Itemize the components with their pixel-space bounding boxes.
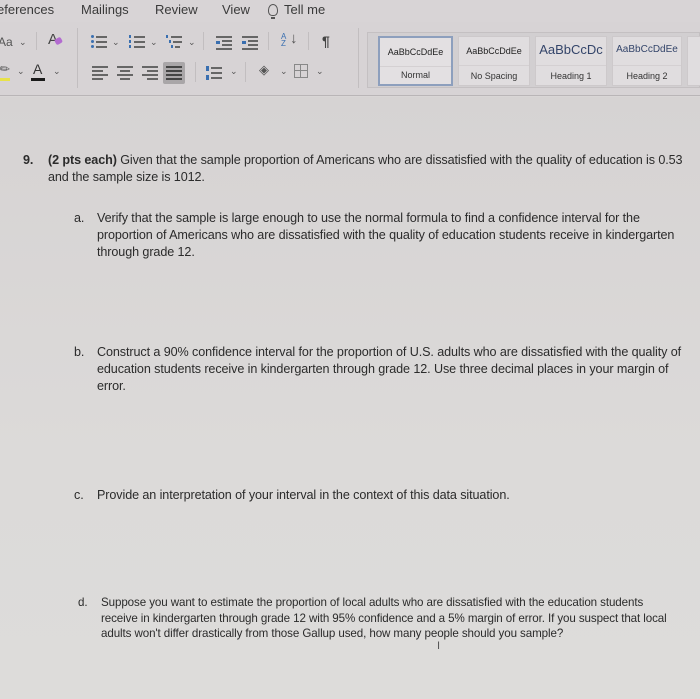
question-number: 9.: [23, 153, 34, 167]
part-b: b. Construct a 90% confidence interval f…: [74, 344, 687, 395]
font-color-button[interactable]: A: [33, 62, 42, 76]
style-sample: AaBbCcDdEe: [466, 46, 522, 56]
chevron-down-icon[interactable]: ⌄: [316, 66, 324, 77]
part-text: Construct a 90% confidence interval for …: [97, 345, 682, 393]
part-text: Provide an interpretation of your interv…: [97, 488, 510, 502]
part-label: c.: [74, 488, 84, 502]
part-label: d.: [78, 596, 88, 609]
question-9: 9. (2 pts each) Given that the sample pr…: [23, 152, 688, 186]
line-spacing-icon[interactable]: [206, 66, 222, 80]
chevron-down-icon[interactable]: ⌄: [17, 66, 25, 77]
borders-icon[interactable]: [294, 64, 308, 78]
question-text: Given that the sample proportion of Amer…: [48, 153, 683, 184]
style-name: No Spacing: [470, 71, 518, 81]
shading-icon[interactable]: ◈: [259, 63, 269, 76]
style-name: Heading 2: [626, 71, 668, 81]
part-c: c. Provide an interpretation of your int…: [74, 487, 697, 504]
tab-mailings[interactable]: Mailings: [81, 2, 129, 17]
style-no-spacing[interactable]: AaBbCcDdEe No Spacing: [458, 36, 530, 86]
divider: [308, 32, 309, 50]
divider: [358, 28, 359, 88]
multilevel-list-icon[interactable]: [166, 35, 182, 48]
decrease-indent-icon[interactable]: [216, 36, 232, 50]
question-points: (2 pts each): [48, 153, 117, 167]
justify-icon: [166, 66, 182, 80]
chevron-down-icon[interactable]: ⌄: [112, 37, 120, 48]
divider: [195, 62, 196, 82]
sort-label: A Z: [281, 32, 286, 48]
styles-gallery: AaBbCcDdEe Normal AaBbCcDdEe No Spacing …: [367, 32, 700, 88]
chevron-down-icon[interactable]: ⌄: [280, 66, 288, 77]
style-name: Normal: [400, 70, 430, 80]
style-normal[interactable]: AaBbCcDdEe Normal: [378, 36, 453, 86]
style-sample: AaBbCcDc: [539, 42, 603, 57]
chevron-down-icon[interactable]: ⌄: [19, 37, 27, 48]
highlighter-icon[interactable]: ✎: [0, 60, 13, 77]
part-text: Verify that the sample is large enough t…: [97, 211, 675, 259]
numbering-icon[interactable]: [129, 35, 145, 48]
divider: [36, 32, 37, 50]
style-sample: AaBbCcDdEe: [387, 47, 444, 57]
change-case-button[interactable]: Aa: [0, 36, 13, 48]
chevron-down-icon[interactable]: ⌄: [53, 66, 61, 77]
eraser-icon: [53, 36, 64, 46]
divider: [380, 66, 451, 67]
chevron-down-icon[interactable]: ⌄: [188, 37, 196, 48]
style-name: Heading 1: [550, 71, 592, 81]
part-a: a. Verify that the sample is large enoug…: [74, 210, 697, 261]
font-color-swatch: [31, 78, 45, 81]
align-right-icon[interactable]: [142, 66, 158, 80]
chevron-down-icon[interactable]: ⌄: [230, 66, 238, 77]
document-page[interactable]: 9. (2 pts each) Given that the sample pr…: [0, 97, 700, 699]
tab-tell-me[interactable]: Tell me: [268, 2, 326, 19]
divider: [268, 32, 269, 50]
tell-me-label: Tell me: [284, 2, 326, 17]
sort-arrow-icon: ↓: [290, 30, 298, 47]
part-label: b.: [74, 345, 85, 359]
divider: [459, 65, 529, 66]
lightbulb-icon: [268, 4, 278, 19]
part-text: Suppose you want to estimate the proport…: [101, 596, 667, 640]
text-cursor-icon: I: [437, 640, 441, 652]
chevron-down-icon[interactable]: ⌄: [150, 37, 158, 48]
part-d: d. Suppose you want to estimate the prop…: [78, 595, 671, 642]
divider: [613, 65, 681, 66]
highlight-color-swatch: [0, 78, 10, 81]
sort-icon[interactable]: A Z: [281, 32, 289, 48]
style-heading-2[interactable]: AaBbCcDdEe Heading 2: [612, 36, 682, 86]
align-center-icon[interactable]: [117, 66, 133, 80]
style-next-partial[interactable]: [687, 36, 700, 86]
style-sample: AaBbCcDdEe: [616, 44, 678, 55]
tab-view[interactable]: View: [222, 2, 250, 17]
align-left-icon[interactable]: [92, 66, 108, 80]
show-formatting-marks-button[interactable]: ¶: [322, 34, 330, 48]
divider: [245, 62, 246, 82]
divider: [203, 32, 204, 50]
style-heading-1[interactable]: AaBbCcDc Heading 1: [535, 36, 607, 86]
bullets-icon[interactable]: [91, 35, 107, 48]
part-label: a.: [74, 211, 85, 225]
increase-indent-icon[interactable]: [242, 36, 258, 50]
clear-formatting-button[interactable]: A: [48, 32, 64, 47]
tab-review[interactable]: Review: [155, 2, 198, 17]
ribbon-tab-bar: eferences Mailings Review View Tell me: [0, 0, 700, 22]
divider: [77, 28, 78, 88]
tab-references[interactable]: eferences: [0, 2, 54, 17]
divider: [536, 65, 606, 66]
